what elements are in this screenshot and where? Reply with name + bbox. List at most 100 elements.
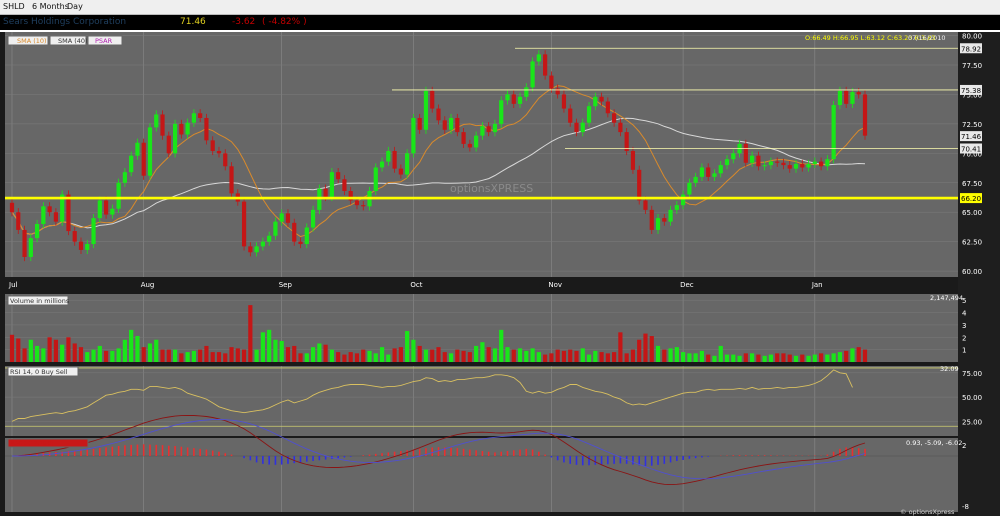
- volume-bar: [825, 354, 830, 362]
- volume-bar: [329, 349, 334, 362]
- interval-selector[interactable]: Day: [67, 0, 83, 14]
- volume-bar: [844, 350, 849, 362]
- volume-bar: [405, 331, 410, 362]
- candle-body: [605, 101, 610, 114]
- rsi-label: RSI 14, 0 Buy Sell: [10, 368, 68, 376]
- candle-body: [147, 127, 153, 176]
- candle-body: [110, 208, 115, 215]
- candle-body: [47, 206, 52, 213]
- volume-bar: [254, 349, 259, 362]
- volume-bar: [624, 353, 629, 362]
- volume-bar: [436, 347, 441, 362]
- legend-sma-slow: SMA (40): [58, 37, 88, 45]
- volume-bar: [511, 349, 516, 362]
- volume-bar: [768, 354, 774, 362]
- volume-bar: [505, 347, 510, 362]
- candle-body: [342, 179, 347, 192]
- volume-bar: [812, 354, 817, 362]
- candle-body: [135, 142, 140, 156]
- candle-body: [179, 123, 184, 135]
- volume-bar: [72, 343, 77, 362]
- volume-bar: [593, 350, 598, 362]
- candle-body: [775, 161, 780, 163]
- candle-body: [599, 96, 604, 102]
- volume-bar: [141, 347, 146, 362]
- price-change-pct: ( -4.82% ): [262, 17, 307, 27]
- candle-body: [856, 92, 861, 95]
- stock-chart: Jul Aug Sep Oct Nov Dec Jan 60.00 62.50 65.00 67.5…: [5, 32, 1000, 516]
- candle-body: [618, 122, 623, 133]
- price-tick-label: 62.50: [962, 239, 982, 247]
- candle-body: [467, 143, 472, 148]
- volume-bar: [116, 348, 121, 362]
- candle-body: [718, 165, 723, 174]
- symbol-label[interactable]: SHLD: [3, 0, 25, 14]
- x-tick-label: Nov: [548, 281, 562, 289]
- candle-body: [323, 188, 328, 197]
- candle-body: [687, 182, 692, 195]
- volume-tick-label: 3: [962, 322, 966, 330]
- volume-bar: [467, 352, 472, 362]
- rsi-tick-label: 50.00: [962, 394, 982, 402]
- candle-body: [160, 114, 165, 136]
- volume-bar: [154, 339, 159, 362]
- rsi-tick-label: 25.00: [962, 418, 982, 426]
- candle-body: [706, 167, 711, 177]
- candle-body: [850, 92, 855, 104]
- volume-bar: [743, 353, 748, 362]
- volume-bar: [160, 349, 165, 362]
- volume-bar: [568, 349, 573, 362]
- volume-bar: [574, 350, 579, 362]
- date-readout: 07/16/2010: [908, 34, 945, 42]
- candle-body: [198, 113, 203, 118]
- volume-bar: [22, 348, 27, 362]
- volume-bar: [398, 347, 403, 362]
- candle-body: [762, 165, 767, 167]
- volume-bar: [9, 334, 15, 362]
- price-label: 66.20: [961, 195, 981, 203]
- volume-bar: [361, 349, 366, 362]
- candle-body: [292, 222, 297, 242]
- volume-bar: [555, 349, 560, 362]
- volume-bar: [103, 350, 109, 362]
- volume-bar: [323, 344, 328, 362]
- candle-body: [787, 165, 792, 169]
- candle-body: [448, 117, 454, 130]
- x-tick-label: Aug: [141, 281, 155, 289]
- volume-bar: [536, 352, 541, 362]
- candle-body: [800, 163, 805, 168]
- candle-body: [122, 172, 127, 183]
- candle-body: [681, 194, 686, 206]
- volume-bar: [279, 340, 284, 362]
- candle-body: [781, 162, 786, 166]
- candle-body: [129, 155, 134, 173]
- volume-bar: [392, 348, 397, 362]
- price-label: 78.92: [961, 45, 981, 53]
- volume-tick-label: 2: [962, 334, 966, 342]
- volume-bar: [731, 354, 736, 362]
- candle-body: [154, 114, 159, 128]
- candle-body: [210, 140, 215, 151]
- candle-body: [674, 205, 679, 210]
- candle-body: [806, 163, 811, 168]
- volume-bar: [317, 343, 322, 362]
- macd-tick-label: -8: [962, 503, 969, 511]
- volume-bar: [216, 352, 222, 362]
- volume-bar: [348, 352, 353, 362]
- watermark: optionsXPRESS: [450, 182, 533, 195]
- volume-label: Volume in millions: [10, 297, 70, 305]
- volume-bar: [129, 329, 134, 362]
- volume-bar: [417, 345, 422, 362]
- volume-bar: [517, 348, 523, 362]
- volume-bar: [461, 350, 466, 362]
- volume-bar: [204, 345, 209, 362]
- candle-body: [586, 106, 592, 123]
- period-selector[interactable]: 6 Months: [32, 0, 69, 14]
- volume-bar: [342, 354, 347, 362]
- candle-body: [423, 90, 429, 130]
- company-name: Sears Holdings Corporation: [3, 17, 127, 27]
- volume-bar: [304, 353, 309, 362]
- volume-bar: [612, 352, 617, 362]
- candle-body: [555, 88, 560, 95]
- volume-bar: [637, 339, 642, 362]
